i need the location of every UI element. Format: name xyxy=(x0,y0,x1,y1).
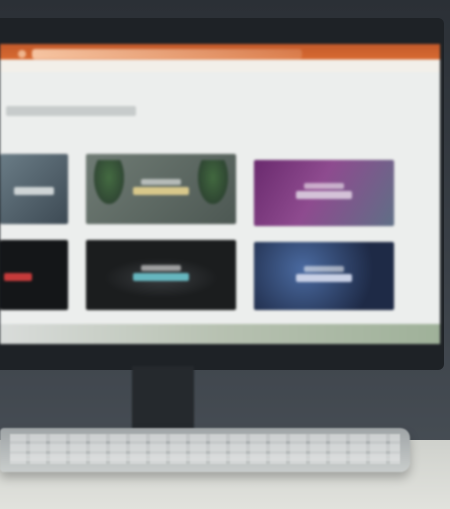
tile-label xyxy=(133,273,189,281)
plant-left-image xyxy=(94,160,124,204)
template-tile-3 xyxy=(254,160,394,226)
plant-right-image xyxy=(198,160,228,204)
template-tile-1 xyxy=(0,154,68,224)
screen-footer-strip xyxy=(0,324,440,344)
tile-sublabel xyxy=(141,265,181,271)
template-tile-5 xyxy=(86,240,236,310)
tile-label xyxy=(133,187,189,195)
tile-sublabel xyxy=(141,179,181,185)
tile-label xyxy=(296,191,352,199)
tile-sublabel xyxy=(304,183,344,189)
keyboard xyxy=(0,428,410,472)
monitor-stand xyxy=(132,366,194,436)
keyboard-keys xyxy=(10,434,400,464)
template-tile-4 xyxy=(0,240,68,310)
tile-label xyxy=(4,273,32,281)
template-tile-2 xyxy=(86,154,236,224)
tile-sublabel xyxy=(304,266,344,272)
tile-label xyxy=(14,187,54,195)
photo-scene xyxy=(0,0,450,509)
template-tile-6 xyxy=(254,242,394,310)
monitor-screen xyxy=(0,44,440,344)
tile-label xyxy=(296,274,352,282)
screen-header-title xyxy=(32,49,302,59)
section-heading xyxy=(6,106,136,116)
screen-header-bar xyxy=(0,44,440,72)
header-icon xyxy=(18,50,26,58)
